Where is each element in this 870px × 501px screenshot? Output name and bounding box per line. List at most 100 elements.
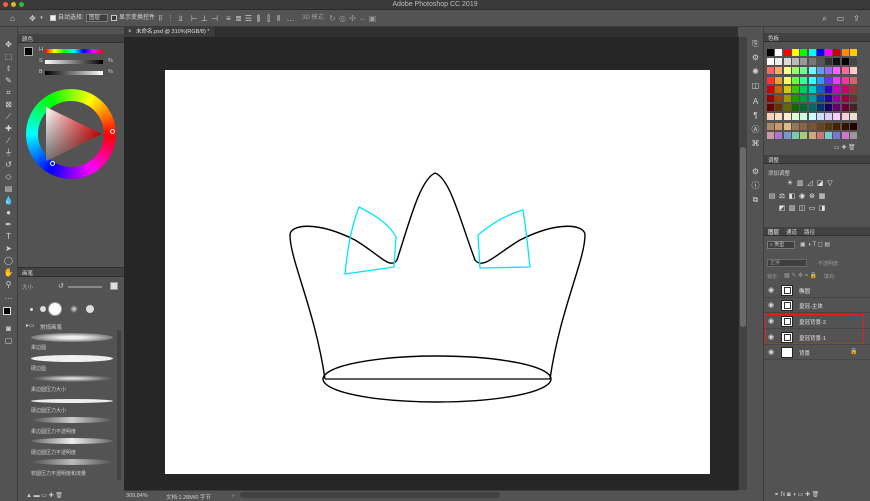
swatch[interactable] [825,85,833,93]
brush-preset-soft[interactable] [70,305,78,313]
posterize-icon[interactable]: ▨ [788,205,796,213]
glyphs-icon[interactable]: Ⓐ [750,125,761,135]
swatch[interactable] [800,67,808,75]
swatch[interactable] [808,58,816,66]
swatch[interactable] [841,104,849,112]
swatch[interactable] [841,113,849,121]
swatch[interactable] [850,49,857,56]
saturation-triangle[interactable] [38,101,104,167]
swatch[interactable] [841,76,849,84]
swatch[interactable] [775,85,783,93]
swatch[interactable] [808,131,816,139]
brush-preset-small[interactable] [30,308,33,311]
reset-angle-icon[interactable]: ↺ [58,282,64,290]
swatch[interactable] [841,122,849,130]
swatch[interactable] [850,104,857,112]
swatch[interactable] [841,95,849,102]
brush-item[interactable]: 柔边圆 [25,333,117,353]
swatch[interactable] [783,113,791,121]
more-tools-icon[interactable]: … [3,292,14,302]
swatch[interactable] [833,122,841,130]
size-slider[interactable] [68,286,102,288]
swatch[interactable] [833,131,841,139]
zoom-tool-icon[interactable]: ⚲ [3,280,14,290]
brush-panel-scrollbar[interactable] [117,330,121,480]
swatch[interactable] [767,58,774,66]
swatch[interactable] [808,76,816,84]
color-balance-icon[interactable]: ⚖ [778,193,786,201]
swatch[interactable] [825,58,833,66]
swatch[interactable] [850,58,857,66]
hue-slider[interactable] [45,49,103,53]
swatch[interactable] [791,131,799,139]
swatch[interactable] [841,49,849,56]
curves-icon[interactable]: ◿ [806,180,814,188]
orbit-3d-icon[interactable]: ↻ [328,14,337,23]
layer-comps-icon[interactable]: ⧉ [750,195,761,205]
blend-mode-dropdown[interactable]: 正常 [767,259,807,267]
swatch[interactable] [783,49,791,56]
swatch[interactable] [841,131,849,139]
align-right-icon[interactable]: ⊣ [210,14,219,23]
distribute-top-icon[interactable]: ≡ [224,14,233,23]
swatch[interactable] [808,113,816,121]
vertical-scroll-thumb[interactable] [740,147,746,327]
swatch[interactable] [825,131,833,139]
zoom-level[interactable]: 309.84% [126,493,148,499]
black-white-icon[interactable]: ◧ [788,193,796,201]
swatch[interactable] [800,76,808,84]
swatch[interactable] [767,131,774,139]
brush-item[interactable]: 软圆压力不透明度和流量 [25,459,117,479]
swatch[interactable] [841,58,849,66]
swatch[interactable] [800,131,808,139]
swatch[interactable] [775,95,783,102]
swatch[interactable] [825,76,833,84]
swatch[interactable] [791,113,799,121]
brush-preset-large[interactable] [48,302,62,316]
foreground-color-swatch[interactable] [3,307,11,315]
brush-item[interactable]: 硬边圆压力不透明度 [25,438,117,458]
threshold-icon[interactable]: ◫ [798,205,806,213]
slide-3d-icon[interactable]: ⇔ [358,14,367,23]
color-lookup-icon[interactable]: ▦ [818,193,826,201]
swatch[interactable] [825,67,833,75]
swatch[interactable] [816,104,824,112]
search-icon[interactable]: ⌕ [820,14,829,23]
tab-layers[interactable]: 图层 [768,228,779,236]
align-left-icon[interactable]: ⊢ [190,14,199,23]
swatch[interactable] [808,67,816,75]
vibrance-icon[interactable]: ▽ [826,180,834,188]
document-tab[interactable]: × 未命名.psd @ 310%(RGB/8) * [124,27,216,37]
marquee-tool-icon[interactable]: ⬚ [3,52,14,62]
tab-paths[interactable]: 路径 [804,228,815,236]
swatch[interactable] [775,76,783,84]
distribute-left-icon[interactable]: ⫼ [254,14,263,23]
invert-icon[interactable]: ◩ [778,205,786,213]
adjust-icon[interactable]: ⚙ [750,167,761,177]
swatch[interactable] [791,58,799,66]
swatch[interactable] [767,49,774,56]
swatch[interactable] [791,122,799,130]
swatch[interactable] [833,58,841,66]
distribute-bottom-icon[interactable]: ☰ [244,14,253,23]
swatch[interactable] [783,95,791,102]
status-chevron-icon[interactable]: › [232,493,234,499]
swatch[interactable] [816,131,824,139]
show-transform-checkbox[interactable] [111,15,117,21]
swatch[interactable] [808,104,816,112]
swatch[interactable] [808,122,816,130]
swatch[interactable] [816,113,824,121]
brightness-slider[interactable] [45,71,103,75]
layers-footer-icons[interactable]: ⚭ fx ◙ ◑ ▭ ✚ 🗑 [774,491,819,498]
swatch[interactable] [767,95,774,102]
distribute-middle-icon[interactable]: ≣ [234,14,243,23]
tab-channels[interactable]: 通道 [786,228,797,236]
ellipse-tool-icon[interactable]: ◯ [3,256,14,266]
quick-mask-icon[interactable]: ◙ [3,324,14,334]
swatch[interactable] [816,122,824,130]
screen-mode-icon[interactable]: ▢ [3,336,14,346]
swatch[interactable] [816,85,824,93]
swatch[interactable] [767,76,774,84]
swatch[interactable] [833,85,841,93]
swatch[interactable] [775,131,783,139]
